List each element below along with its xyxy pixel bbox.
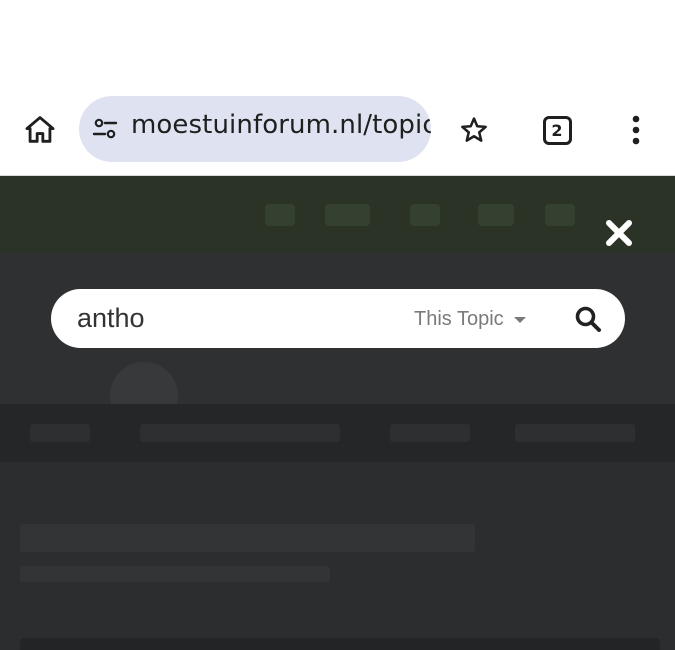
page-background-dimmed <box>0 176 675 650</box>
star-icon <box>461 117 487 142</box>
caret-down-icon <box>513 317 526 323</box>
tab-switcher-button[interactable]: 2 <box>535 108 579 152</box>
browser-toolbar: moestuinforum.nl/topic 2 <box>0 82 675 176</box>
post-card-ghost <box>20 638 660 650</box>
search-bar: This Topic <box>51 289 625 348</box>
url-text: moestuinforum.nl/topic <box>131 110 431 140</box>
address-bar[interactable]: moestuinforum.nl/topic <box>79 96 431 162</box>
site-nav <box>0 404 675 462</box>
tune-icon[interactable] <box>91 115 119 143</box>
bookmark-button[interactable] <box>452 108 496 152</box>
tab-switcher-icon: 2 <box>542 115 572 145</box>
topbar-ghost <box>478 204 514 226</box>
site-top-bar <box>0 176 675 252</box>
browser-menu-button[interactable] <box>614 108 658 152</box>
topbar-ghost <box>545 204 575 226</box>
close-icon <box>606 220 632 246</box>
close-search-button[interactable] <box>600 216 638 250</box>
topbar-ghost <box>325 204 370 226</box>
home-icon <box>25 116 55 143</box>
more-vert-icon <box>632 115 640 145</box>
search-submit-button[interactable] <box>572 303 604 335</box>
search-scope-dropdown[interactable]: This Topic <box>414 306 526 332</box>
topic-body <box>0 462 675 650</box>
nav-ghost <box>515 424 635 442</box>
search-icon <box>575 306 601 332</box>
topic-title-ghost <box>20 524 475 552</box>
topic-meta-ghost <box>20 566 330 582</box>
nav-ghost <box>390 424 470 442</box>
nav-ghost <box>140 424 340 442</box>
nav-ghost <box>30 424 90 442</box>
status-bar-area <box>0 0 675 82</box>
home-button[interactable] <box>18 108 62 152</box>
topbar-ghost <box>410 204 440 226</box>
search-scope-label: This Topic <box>414 307 504 330</box>
tab-count: 2 <box>551 120 563 140</box>
search-input[interactable] <box>77 289 377 348</box>
topbar-ghost <box>265 204 295 226</box>
